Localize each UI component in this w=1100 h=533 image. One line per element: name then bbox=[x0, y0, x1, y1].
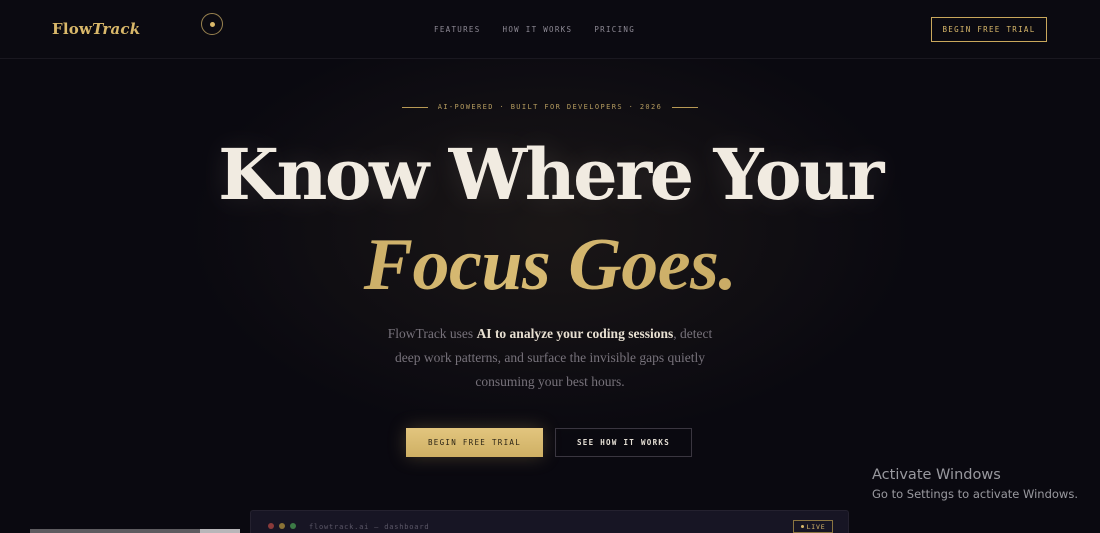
live-dot-icon bbox=[800, 525, 804, 528]
nav-links: FEATURES HOW IT WORKS PRICING bbox=[434, 25, 635, 34]
live-badge-label: LIVE bbox=[806, 522, 826, 531]
eyebrow-line-right bbox=[672, 106, 699, 108]
minimize-dot-icon bbox=[279, 523, 285, 529]
hero-subtext: FlowTrack uses AI to analyze your coding… bbox=[380, 322, 720, 394]
eyebrow-line-left bbox=[401, 106, 428, 108]
watermark-title: Activate Windows bbox=[872, 467, 1001, 483]
eyebrow-text: AI-POWERED · BUILT FOR DEVELOPERS · 2026 bbox=[437, 103, 663, 111]
cursor-follower-icon bbox=[201, 13, 223, 35]
taskbar-strip bbox=[30, 529, 240, 533]
subtext-pre: FlowTrack uses bbox=[387, 326, 477, 341]
hero-headline-line2: Focus Goes. bbox=[0, 228, 1100, 302]
nav-link-pricing[interactable]: PRICING bbox=[594, 25, 635, 34]
hero-eyebrow: AI-POWERED · BUILT FOR DEVELOPERS · 2026 bbox=[0, 103, 1100, 111]
preview-window-title: flowtrack.ai — dashboard bbox=[309, 523, 430, 531]
see-how-it-works-button[interactable]: SEE HOW IT WORKS bbox=[555, 428, 692, 457]
landing-page: FlowTrack FEATURES HOW IT WORKS PRICING … bbox=[0, 0, 1100, 533]
windows-activation-watermark: Activate Windows Go to Settings to activ… bbox=[872, 466, 1078, 504]
watermark-subtitle: Go to Settings to activate Windows. bbox=[872, 487, 1078, 501]
live-badge: LIVE bbox=[793, 520, 833, 533]
logo-italic-text: Track bbox=[92, 20, 141, 38]
logo[interactable]: FlowTrack bbox=[52, 20, 140, 38]
dashboard-preview-window: flowtrack.ai — dashboard LIVE bbox=[250, 510, 849, 533]
taskbar-thumbnail bbox=[200, 529, 240, 533]
subtext-emphasis: AI to analyze your coding sessions bbox=[476, 326, 674, 341]
nav-link-features[interactable]: FEATURES bbox=[434, 25, 481, 34]
hero-headline-line1: Know Where Your bbox=[218, 133, 884, 216]
close-dot-icon bbox=[268, 523, 274, 529]
logo-main-text: Flow bbox=[52, 20, 93, 38]
maximize-dot-icon bbox=[290, 523, 296, 529]
begin-free-trial-button[interactable]: BEGIN FREE TRIAL bbox=[406, 428, 543, 457]
nav-begin-trial-button[interactable]: BEGIN FREE TRIAL bbox=[931, 17, 1047, 42]
nav-link-how-it-works[interactable]: HOW IT WORKS bbox=[503, 25, 573, 34]
window-controls bbox=[268, 523, 296, 529]
top-nav: FlowTrack FEATURES HOW IT WORKS PRICING … bbox=[0, 0, 1100, 59]
